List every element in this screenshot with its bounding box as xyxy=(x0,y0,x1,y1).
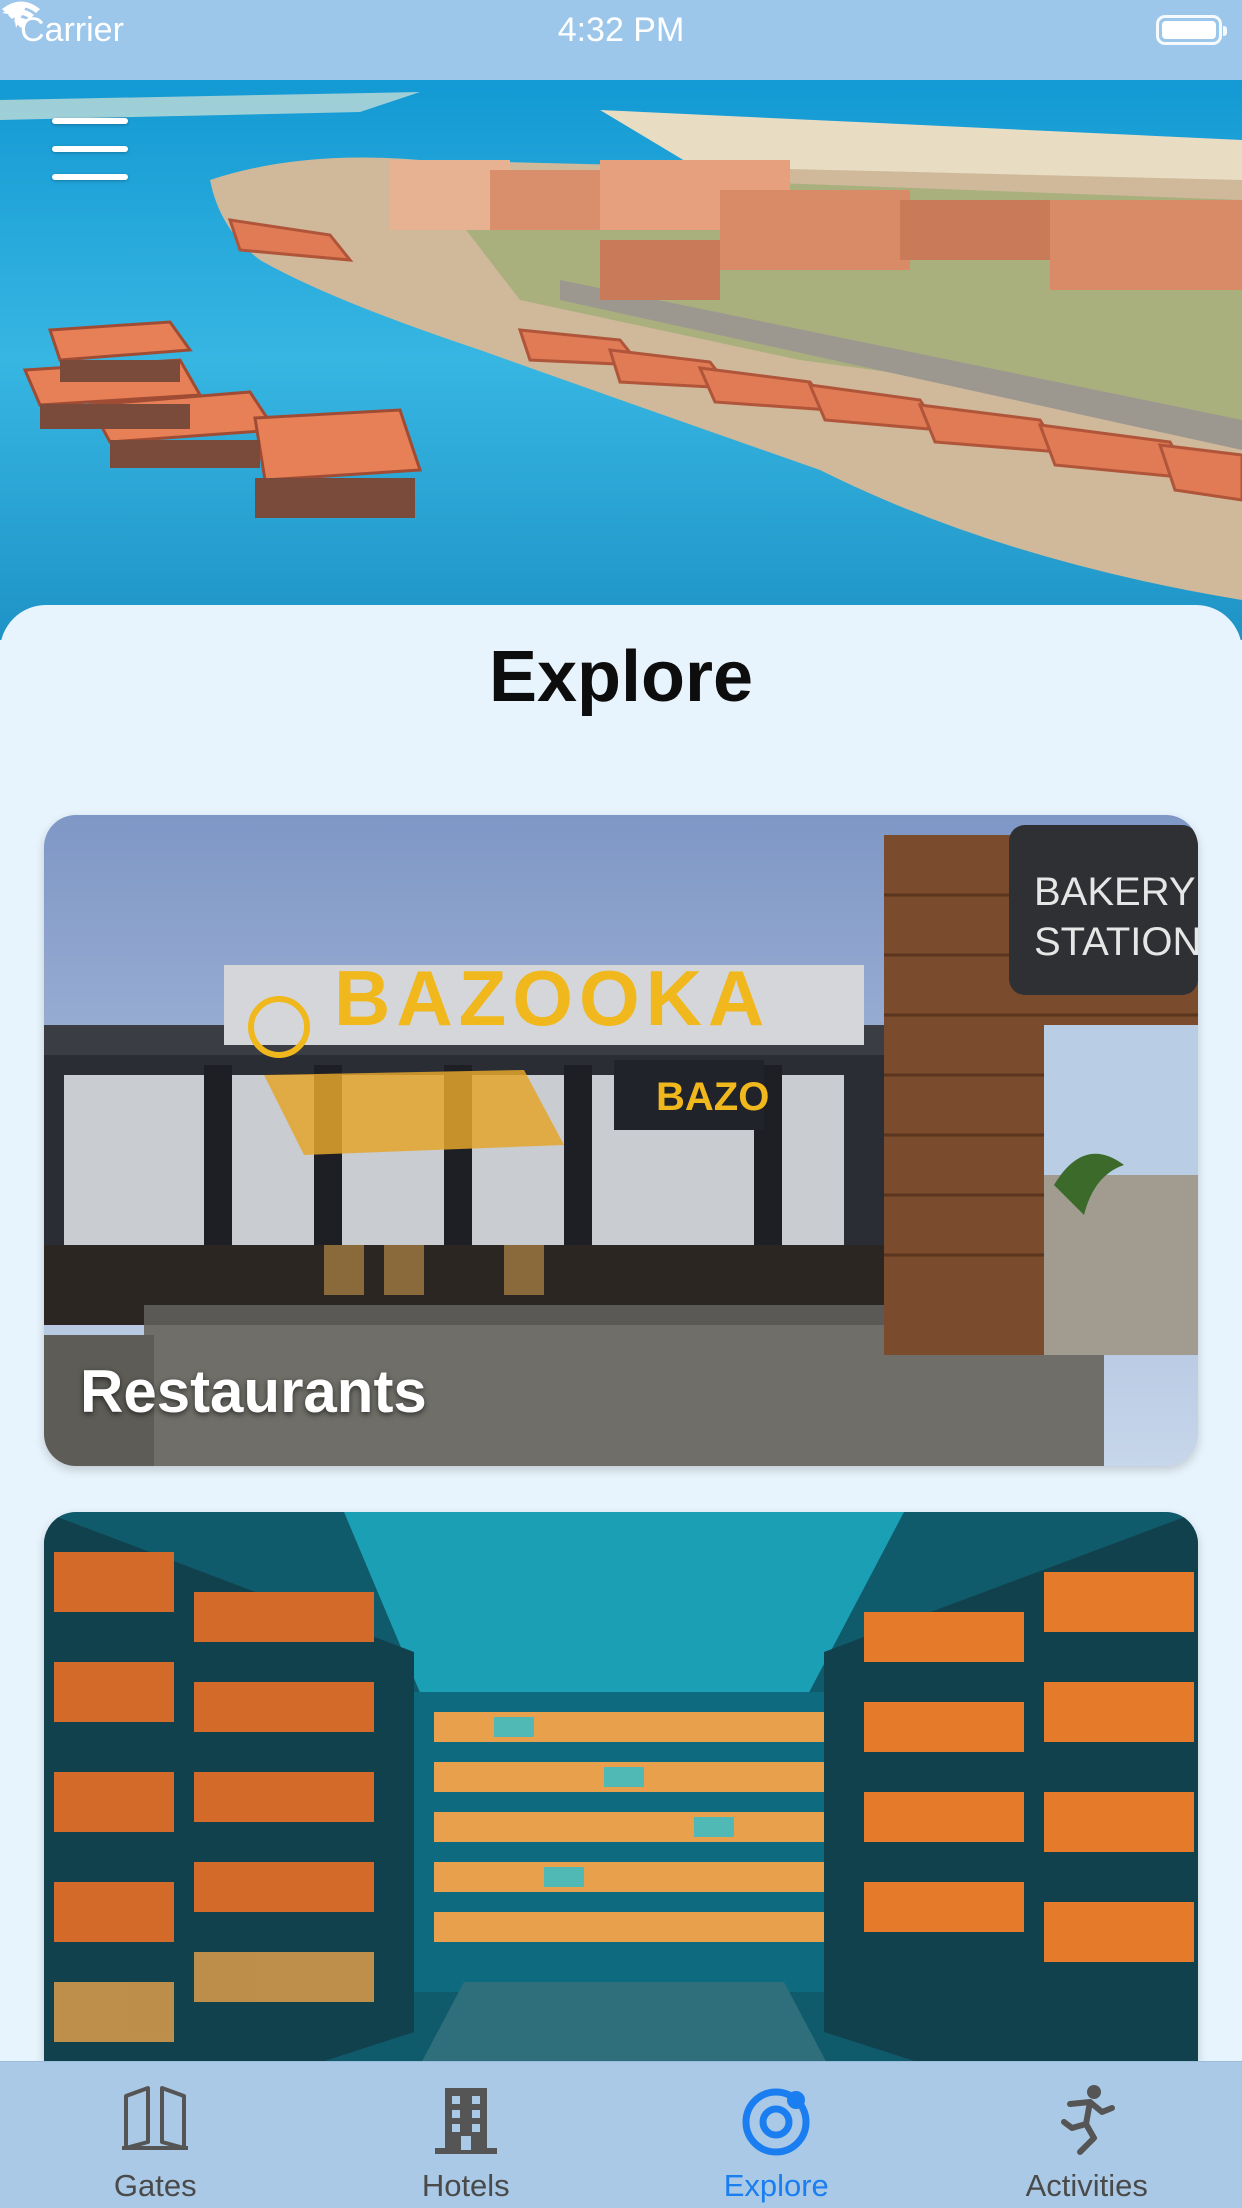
menu-line xyxy=(52,146,128,152)
resort-illustration xyxy=(0,0,1242,640)
status-left: Carrier xyxy=(2,1,124,50)
menu-line xyxy=(52,118,128,124)
status-bar: Carrier 4:32 PM xyxy=(0,0,1242,60)
menu-button[interactable] xyxy=(52,118,128,180)
tab-label-explore: Explore xyxy=(723,2168,829,2203)
tab-explore[interactable]: Explore xyxy=(621,2062,932,2208)
bakery-sign-line2: STATION xyxy=(1034,920,1198,964)
gates-icon xyxy=(118,2082,192,2156)
bazooka-small-sign: BAZO xyxy=(656,1075,769,1119)
hotels-icon xyxy=(429,2082,503,2156)
tab-label-gates: Gates xyxy=(113,2168,197,2203)
activities-icon xyxy=(1050,2082,1124,2156)
tab-bar: Gates Hotels Explore Activities xyxy=(0,2061,1242,2208)
status-time: 4:32 PM xyxy=(557,10,685,49)
restaurants-label: Restaurants xyxy=(80,1358,427,1425)
location-arrow-icon xyxy=(2,2,28,28)
explore-screen: Carrier 4:32 PM Explore BAZOOKA BAZO BAK… xyxy=(0,0,1242,2208)
bazooka-sign: BAZOOKA xyxy=(334,954,770,1042)
tab-hotels[interactable]: Hotels xyxy=(311,2062,622,2208)
battery-icon xyxy=(1156,15,1227,45)
tab-label-activities: Activities xyxy=(1025,2168,1148,2203)
menu-line xyxy=(52,174,128,180)
status-right xyxy=(2,2,1227,45)
bakery-sign-line1: BAKERY xyxy=(1034,870,1196,914)
tab-gates[interactable]: Gates xyxy=(0,2062,311,2208)
supermarket-card[interactable] xyxy=(44,1512,1198,2152)
supermarket-photo xyxy=(44,1512,1198,2152)
tab-activities[interactable]: Activities xyxy=(932,2062,1242,2208)
restaurants-card[interactable]: BAZOOKA BAZO BAKERY STATION Restaurants xyxy=(44,815,1198,1466)
page-title: Explore xyxy=(488,637,754,717)
tab-label-hotels: Hotels xyxy=(421,2168,510,2203)
hero-image: Carrier 4:32 PM xyxy=(0,0,1242,640)
battery-level xyxy=(1162,21,1216,39)
explore-icon xyxy=(739,2082,813,2156)
